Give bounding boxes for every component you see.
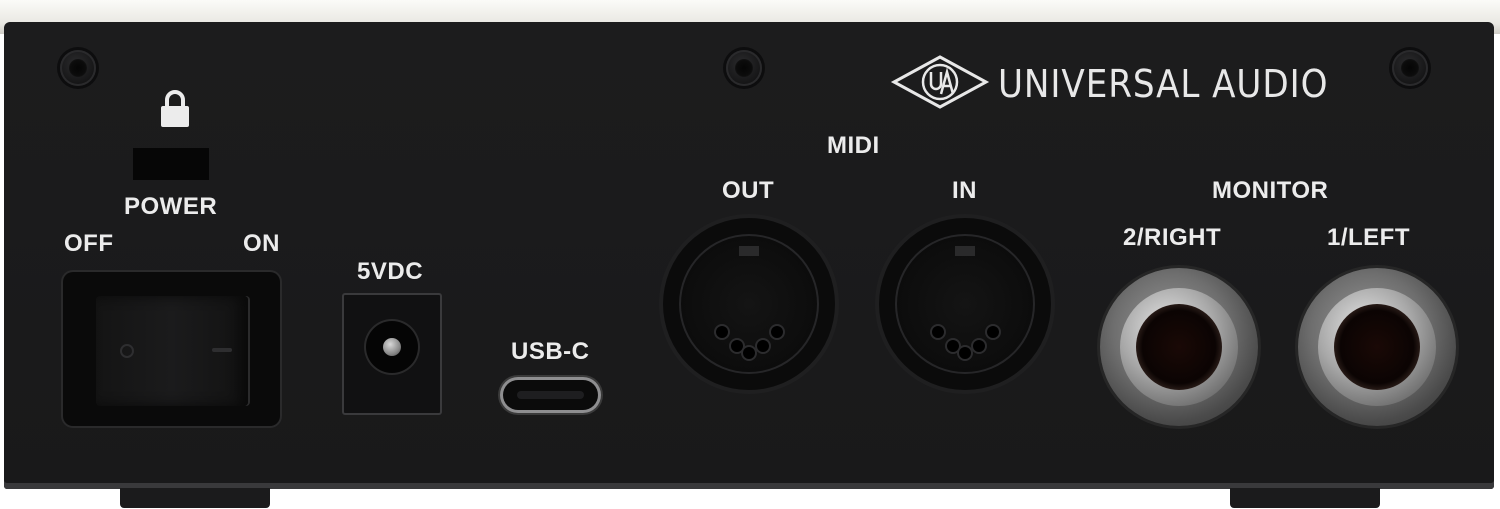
monitor-left-label: 1/LEFT <box>1327 224 1411 251</box>
midi-out-port[interactable] <box>663 218 835 390</box>
power-label: POWER <box>124 193 218 220</box>
midi-out-pin <box>743 347 755 359</box>
power-rocker-switch[interactable] <box>96 296 248 406</box>
screw-top-center <box>726 50 762 86</box>
midi-out-pin <box>716 326 728 338</box>
ua-logo-icon <box>890 55 990 109</box>
midi-out-pin <box>757 340 769 352</box>
dc-jack-pin <box>383 338 401 356</box>
dc-label: 5VDC <box>357 258 424 285</box>
on-mark-icon <box>212 348 232 352</box>
monitor-right-jack[interactable] <box>1100 268 1258 426</box>
screw-top-right <box>1392 50 1428 86</box>
off-label: OFF <box>64 230 114 257</box>
monitor-left-socket <box>1334 304 1420 390</box>
power-lock-slot <box>133 148 209 180</box>
monitor-left-jack[interactable] <box>1298 268 1456 426</box>
midi-out-socket <box>679 234 819 374</box>
screw-top-left <box>60 50 96 86</box>
dc-power-jack[interactable] <box>342 293 442 415</box>
midi-in-port[interactable] <box>879 218 1051 390</box>
usb-c-port[interactable] <box>503 380 598 410</box>
midi-out-pin <box>731 340 743 352</box>
midi-in-pin <box>987 326 999 338</box>
lock-icon <box>161 90 189 127</box>
midi-out-pin <box>771 326 783 338</box>
off-mark-icon <box>120 344 134 358</box>
brand-wordmark: UNIVERSAL AUDIO <box>998 62 1329 106</box>
right-foot <box>1230 488 1380 508</box>
monitor-right-socket <box>1136 304 1222 390</box>
usb-label: USB-C <box>511 338 590 365</box>
left-foot <box>120 488 270 508</box>
on-label: ON <box>243 230 280 257</box>
midi-out-key <box>739 246 759 256</box>
midi-in-socket <box>895 234 1035 374</box>
midi-in-pin <box>973 340 985 352</box>
midi-in-pin <box>947 340 959 352</box>
midi-out-label: OUT <box>722 177 775 204</box>
midi-in-label: IN <box>952 177 977 204</box>
monitor-label: MONITOR <box>1212 177 1329 204</box>
midi-in-key <box>955 246 975 256</box>
midi-in-pin <box>932 326 944 338</box>
midi-label: MIDI <box>827 132 880 159</box>
monitor-right-label: 2/RIGHT <box>1123 224 1222 251</box>
midi-in-pin <box>959 347 971 359</box>
